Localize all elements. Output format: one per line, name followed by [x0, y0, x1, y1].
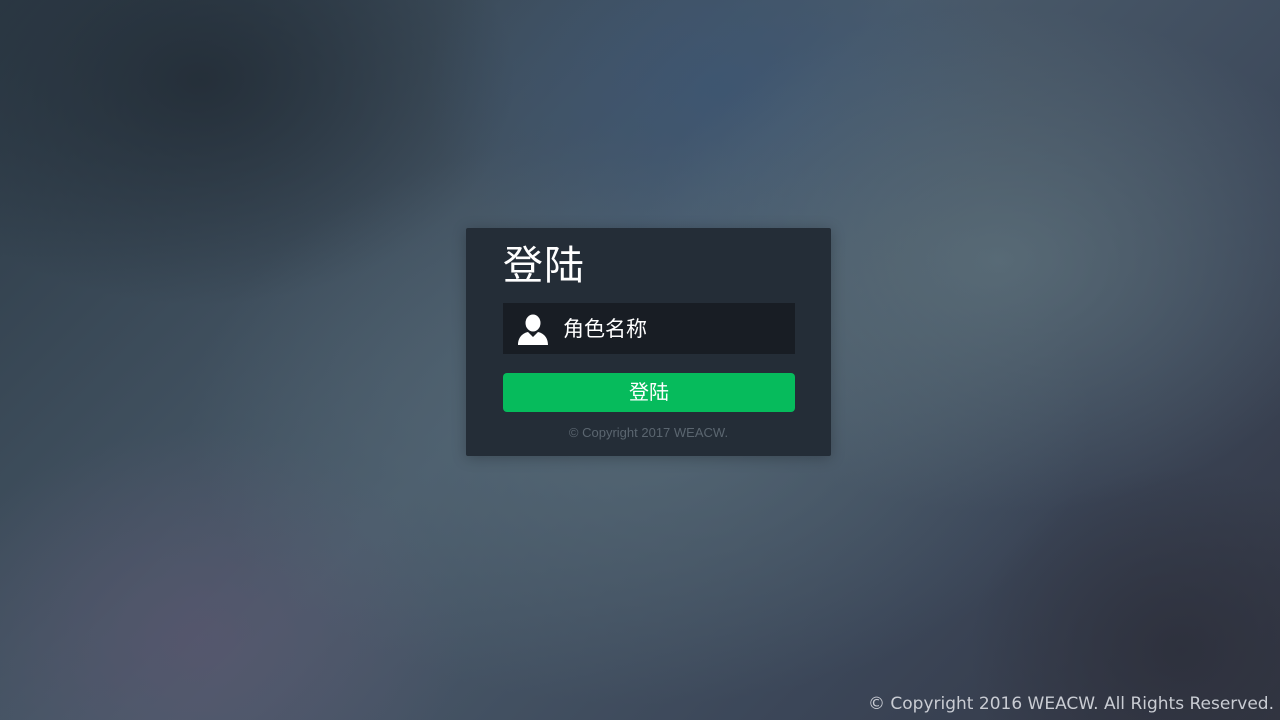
login-card: 登陆 登陆 © Copyright 2017 WEACW.	[466, 228, 831, 456]
card-copyright: © Copyright 2017 WEACW.	[568, 425, 729, 440]
role-name-input[interactable]	[563, 303, 791, 354]
page-copyright: © Copyright 2016 WEACW. All Rights Reser…	[868, 694, 1274, 714]
login-button[interactable]: 登陆	[503, 373, 795, 412]
login-title: 登陆	[503, 243, 585, 289]
login-page: { "login": { "title": "登陆", "role_field"…	[0, 0, 1280, 720]
role-name-field[interactable]	[503, 303, 795, 354]
user-icon	[517, 313, 549, 345]
